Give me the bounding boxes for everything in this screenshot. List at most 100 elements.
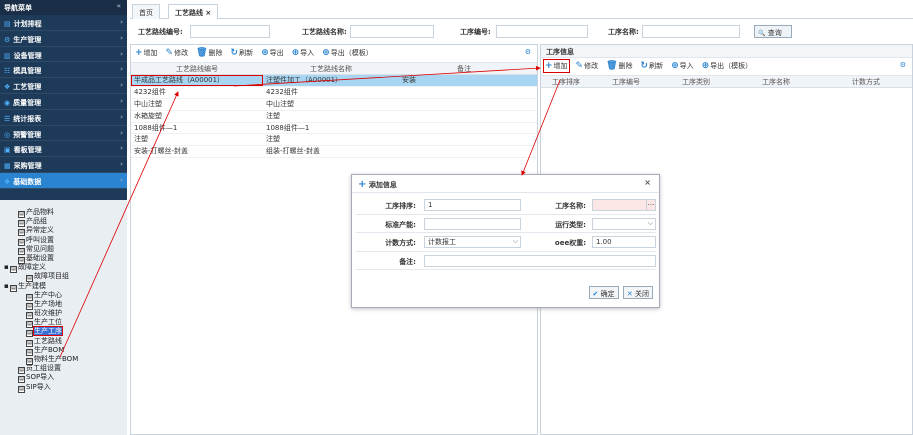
export-template-button[interactable]: ⊕导出（模板） — [702, 61, 753, 71]
tree-node-label: 呼叫设置 — [26, 235, 54, 244]
col-remark[interactable]: 备注 — [399, 63, 529, 74]
tree-node[interactable]: ▤ 员工组设置 — [0, 364, 127, 375]
run-type-label: 运行类型: — [555, 220, 586, 229]
tab-home[interactable]: 首页 — [132, 4, 160, 19]
capacity-input[interactable] — [424, 217, 521, 230]
tree-node[interactable]: ▤ 产品物料 — [0, 208, 127, 218]
tab-process-route[interactable]: 工艺路线 × — [168, 4, 219, 19]
tree-node[interactable]: ▤ 生产工序 — [0, 326, 127, 338]
export-template-icon: ⊕ — [322, 48, 330, 58]
sidebar-item-3[interactable]: ☷ 模具管理 › — [0, 62, 127, 79]
sidebar-item-8[interactable]: ▣ 看板管理 › — [0, 141, 127, 158]
process-name-input[interactable] — [642, 25, 740, 38]
table-cell: 组装-打螺丝-封盖 — [266, 147, 321, 156]
route-code-label: 工艺路线编号: — [138, 28, 183, 36]
table-row[interactable]: 中山注塑 中山注塑 — [131, 99, 537, 111]
process-column-header[interactable]: 工序类别 — [661, 76, 731, 87]
tree-node[interactable]: ▤ 班次维护 — [0, 309, 127, 320]
col-route-code[interactable]: 工艺路线编号 — [131, 63, 263, 74]
table-row[interactable]: 水箱旋塑 注塑 — [131, 111, 537, 123]
tree-node[interactable]: ▤ 物料生产BOM — [0, 355, 127, 365]
tree-node[interactable]: ▪ ▤ 生产建模 — [0, 281, 127, 292]
process-code-label: 工序编号: — [460, 28, 491, 36]
search-button[interactable]: 🔍 查询 — [754, 25, 792, 38]
tree-node[interactable]: ▤ 异常定义 — [0, 226, 127, 237]
route-name-input[interactable] — [350, 25, 434, 38]
ellipsis-picker-button[interactable]: ... — [646, 199, 655, 211]
sidebar-item-4[interactable]: ❖ 工艺管理 › — [0, 78, 127, 94]
table-row[interactable]: 4232组件 4232组件 — [131, 87, 537, 99]
sidebar-item-7[interactable]: ◎ 预警管理 › — [0, 126, 127, 142]
table-row[interactable]: 安装-打螺丝-封盖 组装-打螺丝-封盖 — [131, 146, 537, 159]
tree-node[interactable]: ▤ 生产场地 — [0, 300, 127, 310]
tree-node[interactable]: ▤ 故障项目组 — [0, 272, 127, 283]
count-mode-select[interactable]: 计数报工 ⌵ — [424, 236, 521, 248]
run-type-select[interactable]: ⌵ — [592, 217, 656, 230]
tree-node[interactable]: ▤ SOP导入 — [0, 373, 127, 384]
toolbar-label: 删除 — [208, 49, 223, 57]
route-code-input[interactable] — [190, 25, 270, 38]
col-route-name[interactable]: 工艺路线名称 — [263, 63, 399, 74]
process-column-header[interactable]: 工序排序 — [541, 76, 591, 87]
oee-input[interactable]: 1.00 — [592, 236, 656, 248]
edit-button[interactable]: ✎修改 — [576, 61, 599, 71]
table-row[interactable]: 注塑 注塑 — [131, 134, 537, 147]
tree-node[interactable]: ▤ 呼叫设置 — [0, 235, 127, 246]
add-button[interactable]: +增加 — [135, 48, 158, 58]
refresh-button[interactable]: ↻刷新 — [231, 48, 254, 58]
process-column-header[interactable]: 工序名称 — [731, 76, 821, 87]
sidebar-item-6[interactable]: ☰ 统计报表 › — [0, 110, 127, 126]
tree-node-label: 异常定义 — [26, 226, 54, 235]
toolbar-label: 刷新 — [239, 49, 254, 57]
chart-icon: ☰ — [4, 114, 11, 123]
settings-gear-icon[interactable]: ⚙ — [900, 61, 906, 69]
sidebar-item-0[interactable]: ▤ 计划排程 › — [0, 15, 127, 31]
process-name-field[interactable]: ... — [592, 199, 656, 211]
refresh-button[interactable]: ↻刷新 — [641, 61, 664, 71]
export-button[interactable]: ⊕导出 — [261, 48, 284, 58]
export-template-button[interactable]: ⊕导出（模板） — [322, 48, 373, 58]
export-icon: ⊕ — [261, 48, 269, 58]
sidebar-item-label: 采购管理 — [13, 162, 42, 171]
collapse-icon[interactable]: « — [116, 2, 121, 10]
confirm-button[interactable]: ✔ 确定 — [588, 286, 619, 299]
edit-button[interactable]: ✎修改 — [166, 48, 189, 58]
import-button[interactable]: ⊕导入 — [671, 61, 694, 71]
tree-node-label: 产品物料 — [26, 208, 54, 216]
close-icon[interactable]: × — [644, 178, 651, 187]
order-input[interactable]: 1 — [424, 199, 521, 211]
tree-node[interactable]: ▤ 生产工位 — [0, 318, 127, 329]
sidebar-item-10[interactable]: ❖ 基础数据 › — [0, 172, 127, 189]
table-row[interactable]: 1088组件—1 1088组件—1 — [131, 123, 537, 135]
delete-button[interactable]: 🗑删除 — [606, 61, 632, 71]
process-column-header[interactable]: 计数方式 — [821, 76, 911, 87]
tree-node[interactable]: ▤ SIP导入 — [0, 383, 127, 393]
search-button-label: 查询 — [767, 29, 782, 37]
sidebar-item-9[interactable]: ▦ 采购管理 › — [0, 157, 127, 173]
tree-node[interactable]: ▤ 生产BOM — [0, 346, 127, 356]
tree-node[interactable]: ▤ 基础设置 — [0, 254, 127, 264]
tree-node[interactable]: ▤ 产品组 — [0, 217, 127, 228]
tree-node-label: 生产建模 — [18, 281, 46, 290]
settings-gear-icon[interactable]: ⚙ — [525, 48, 531, 56]
table-cell: 中山注塑 — [266, 99, 294, 108]
delete-button[interactable]: 🗑删除 — [196, 48, 222, 58]
import-button[interactable]: ⊕导入 — [292, 48, 315, 58]
tree-node[interactable]: ▤ 生产中心 — [0, 291, 127, 301]
table-cell: 注塑件加工（A00001） — [266, 76, 343, 84]
sidebar-item-5[interactable]: ◉ 质量管理 › — [0, 94, 127, 110]
table-row[interactable]: 半成品工艺路线（A00001） 注塑件加工（A00001） 安装 — [131, 75, 537, 87]
close-button[interactable]: ✕ 关闭 — [622, 286, 653, 299]
process-code-input[interactable] — [496, 25, 588, 38]
chevron-down-icon: ⌵ — [512, 237, 518, 245]
remark-input[interactable] — [424, 254, 656, 267]
edit-icon: ✎ — [575, 61, 584, 71]
tree-node[interactable]: ▤ 工艺路线 — [0, 337, 127, 347]
tree-node[interactable]: ▪ ▤ 故障定义 — [0, 263, 127, 274]
add-button[interactable]: +增加 — [543, 59, 570, 73]
sidebar-item-1[interactable]: ⚙ 生产管理 › — [0, 31, 127, 47]
sidebar-item-2[interactable]: ▥ 设备管理 › — [0, 47, 127, 63]
table-cell: 注塑 — [134, 135, 148, 144]
tree-node[interactable]: ▤ 常见问题 — [0, 245, 127, 255]
process-column-header[interactable]: 工序编号 — [591, 76, 661, 87]
